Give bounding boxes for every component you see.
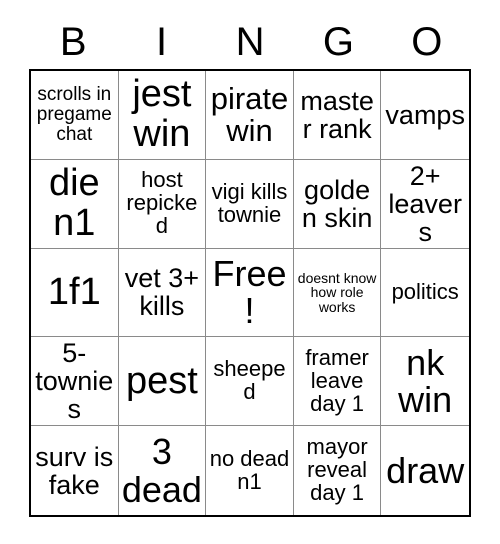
bingo-cell[interactable]: 3 dead xyxy=(118,426,207,515)
bingo-cell-label: 2+ leavers xyxy=(388,160,462,247)
bingo-cell[interactable]: vamps xyxy=(381,71,469,160)
bingo-cell-label: pirate win xyxy=(210,80,289,148)
bingo-cell-label: vigi kills townie xyxy=(211,178,288,227)
bingo-header-letter-i: I xyxy=(156,19,168,64)
bingo-cell-label: nk win xyxy=(398,341,453,421)
bingo-cell-label: framer leave day 1 xyxy=(305,344,369,416)
bingo-cell[interactable]: pirate win xyxy=(206,71,294,160)
bingo-header-row: B I N G O xyxy=(29,14,471,69)
bingo-cell-label: golden skin xyxy=(301,174,373,233)
bingo-cell-label: jest win xyxy=(132,73,192,155)
bingo-cell[interactable]: nk win xyxy=(381,337,469,427)
bingo-cell[interactable]: doesnt know how role works xyxy=(293,248,382,338)
bingo-cell[interactable]: politics xyxy=(381,248,469,338)
bingo-cell-label: 1f1 xyxy=(47,270,101,313)
bingo-cell[interactable]: master rank xyxy=(293,71,382,160)
bingo-cell-label: 3 dead xyxy=(121,431,202,510)
bingo-header-letter-o: O xyxy=(411,19,443,64)
bingo-cell-label: no dead n1 xyxy=(209,445,290,494)
bingo-cell[interactable]: 2+ leavers xyxy=(381,159,469,249)
bingo-cell-label: master rank xyxy=(300,85,374,144)
bingo-header-letter-b: B xyxy=(59,19,87,64)
bingo-cell-label: surv is fake xyxy=(35,441,114,500)
bingo-cell[interactable]: 5- townies xyxy=(31,337,119,427)
bingo-cell[interactable]: vigi kills townie xyxy=(206,159,294,249)
bingo-cell-label: draw xyxy=(386,449,465,491)
bingo-cell-label: mayor reveal day 1 xyxy=(306,434,368,506)
bingo-cell-label: vet 3+ kills xyxy=(124,263,200,322)
bingo-cell[interactable]: draw xyxy=(381,426,469,515)
bingo-cell[interactable]: die n1 xyxy=(31,159,119,249)
bingo-cell-label: doesnt know how role works xyxy=(297,269,377,315)
bingo-cell[interactable]: no dead n1 xyxy=(206,426,294,515)
bingo-cell[interactable]: vet 3+ kills xyxy=(118,248,207,338)
bingo-header-letter-n: N xyxy=(235,19,265,64)
bingo-cell[interactable]: jest win xyxy=(118,71,207,160)
bingo-header-letter-g: G xyxy=(322,19,354,64)
bingo-cell[interactable]: surv is fake xyxy=(31,426,119,515)
bingo-cell[interactable]: pest xyxy=(118,337,207,427)
bingo-cell-label: Free! xyxy=(212,253,287,332)
bingo-grid: scrolls in pregame chat jest win pirate … xyxy=(29,69,471,517)
bingo-cell[interactable]: sheeped xyxy=(206,337,294,427)
bingo-cell[interactable]: golden skin xyxy=(293,159,382,249)
bingo-card: B I N G O scrolls in pregame chat jest w… xyxy=(0,0,500,544)
bingo-cell[interactable]: mayor reveal day 1 xyxy=(293,426,382,515)
bingo-cell-label: host repicked xyxy=(126,167,198,239)
bingo-cell-label: vamps xyxy=(385,99,465,130)
bingo-cell[interactable]: scrolls in pregame chat xyxy=(31,71,119,160)
bingo-cell-label: pest xyxy=(125,359,198,402)
bingo-cell-label: die n1 xyxy=(48,162,100,244)
bingo-cell[interactable]: framer leave day 1 xyxy=(293,337,382,427)
bingo-cell-label: 5- townies xyxy=(35,338,114,425)
bingo-cell-label: sheeped xyxy=(213,356,286,405)
bingo-cell-free-space[interactable]: Free! xyxy=(206,248,294,338)
bingo-cell-label: politics xyxy=(391,279,459,305)
bingo-cell-label: scrolls in pregame chat xyxy=(36,84,112,145)
bingo-cell[interactable]: host repicked xyxy=(118,159,207,249)
bingo-cell[interactable]: 1f1 xyxy=(31,248,119,338)
